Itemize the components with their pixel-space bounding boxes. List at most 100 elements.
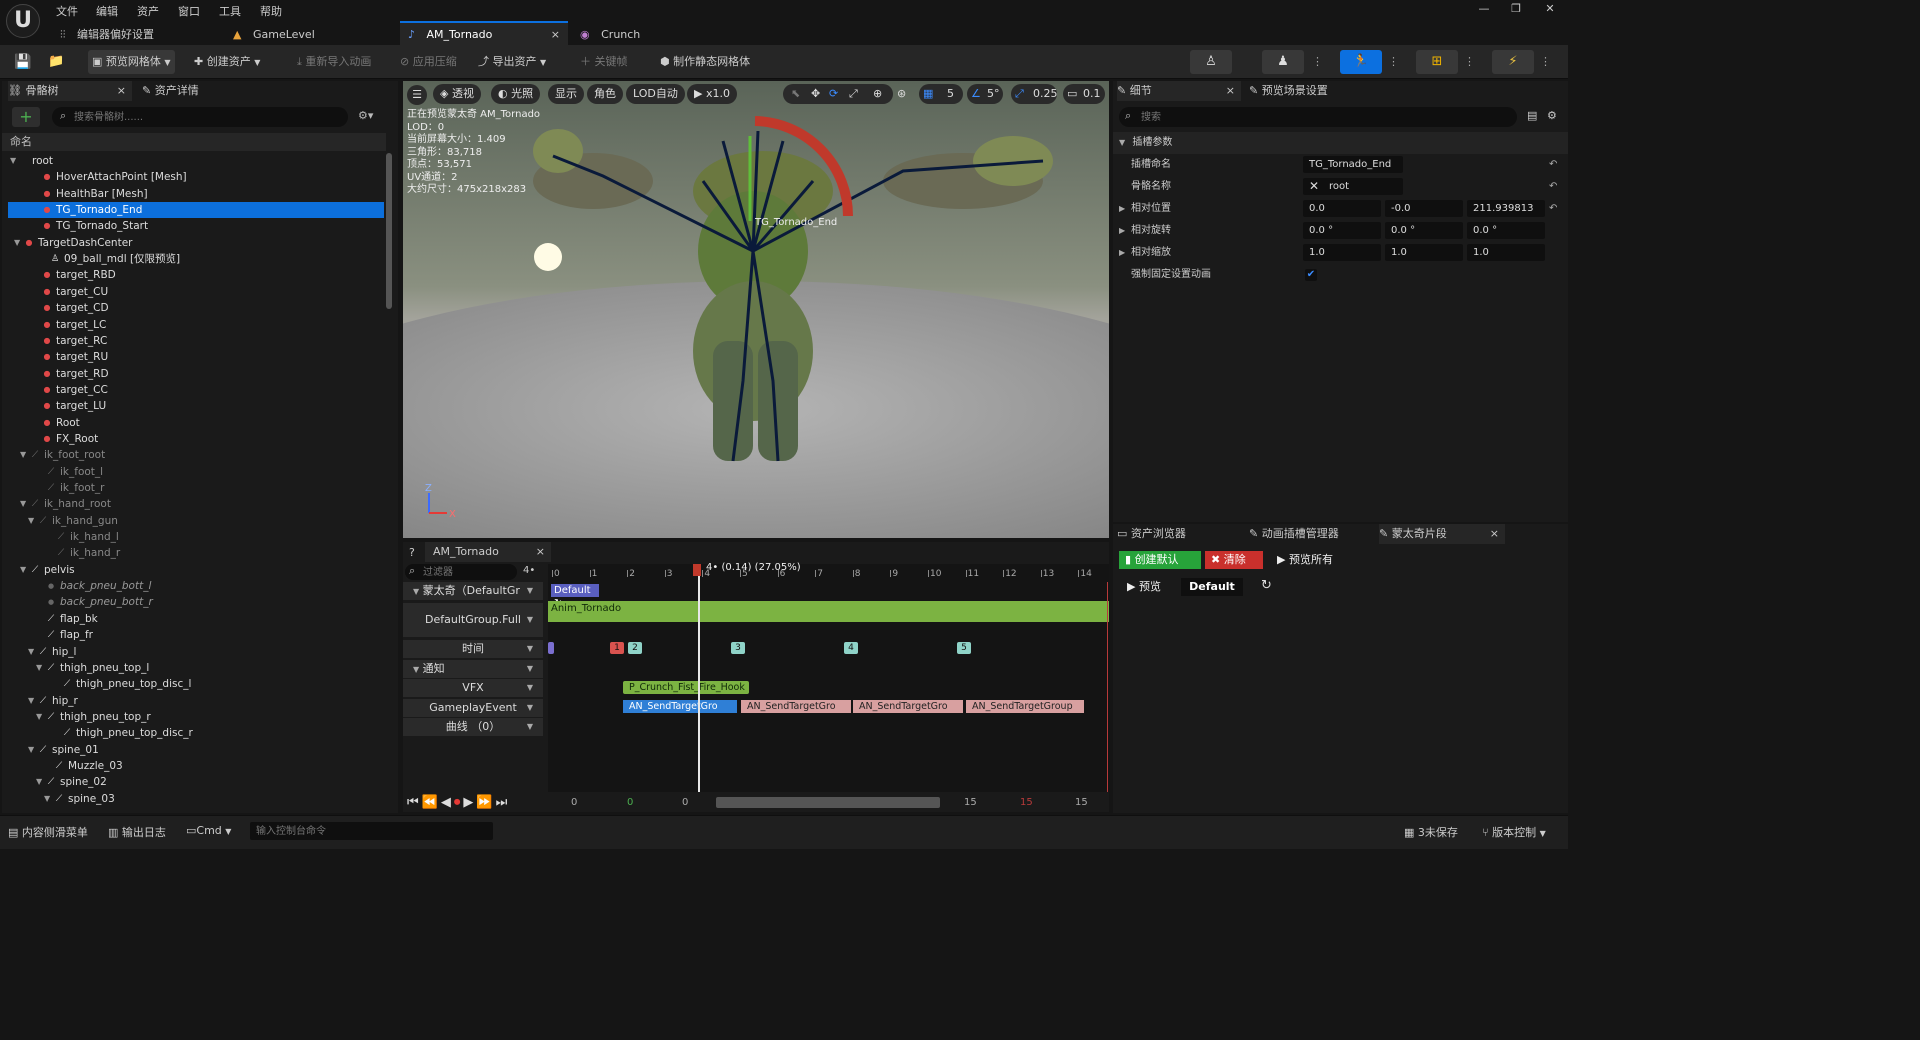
time-marker[interactable]: 2 — [628, 642, 642, 654]
view-start[interactable]: 0 — [682, 797, 688, 808]
tab-preview-scene-settings[interactable]: ✎ 预览场景设置 — [1249, 81, 1389, 101]
menu-edit[interactable]: 编辑 — [96, 3, 118, 19]
track-time[interactable]: 时间 ▼ — [403, 640, 543, 658]
tree-row-pelvis[interactable]: ▼ ⟋ pelvis — [8, 562, 384, 578]
make-static-mesh-button[interactable]: ⬢ 制作静态网格体 — [656, 50, 754, 74]
scale-snap-control[interactable]: ⤢ 0.25 — [1011, 84, 1058, 104]
details-search-field[interactable]: ⌕ — [1119, 107, 1517, 127]
timeline-filter-field[interactable]: ⌕ — [405, 564, 517, 580]
tree-row-ik_foot_r[interactable]: ⟋ ik_foot_r — [8, 480, 384, 496]
expand-arrow-icon[interactable]: ▶ — [1119, 198, 1125, 220]
tree-row-target_cu[interactable]: ● target_CU — [8, 284, 384, 300]
rotation-x-field[interactable]: 0.0 ° — [1303, 222, 1381, 239]
tab-am-tornado[interactable]: ♪ AM_Tornado × — [400, 21, 568, 45]
minimize-icon[interactable]: — — [1474, 2, 1494, 18]
expand-arrow-icon[interactable]: ▼ — [20, 496, 28, 512]
reimport-button[interactable]: ⤓ 重新导入动画 — [293, 50, 375, 74]
tree-row-hip_r[interactable]: ▼ ⟋ hip_r — [8, 693, 384, 709]
skip-to-end-icon[interactable]: ⏭ — [496, 795, 511, 810]
view-end[interactable]: 15 — [964, 797, 977, 808]
time-marker-start[interactable] — [548, 642, 554, 654]
close-icon[interactable]: × — [551, 23, 560, 47]
add-button[interactable]: + — [12, 107, 40, 127]
rotation-z-field[interactable]: 0.0 ° — [1467, 222, 1545, 239]
tree-row-flap_bk[interactable]: ⟋ flap_bk — [8, 611, 384, 627]
help-icon[interactable]: ? — [409, 546, 415, 559]
tree-row-hip_l[interactable]: ▼ ⟋ hip_l — [8, 644, 384, 660]
tree-row-fx_root[interactable]: ● FX_Root — [8, 431, 384, 447]
clear-button[interactable]: ✖ 清除 — [1205, 551, 1263, 569]
tree-row-ik_hand_gun[interactable]: ▼ ⟋ ik_hand_gun — [8, 513, 384, 529]
rotation-y-field[interactable]: 0.0 ° — [1385, 222, 1463, 239]
physics-mode-button[interactable]: ⚡ — [1492, 50, 1534, 74]
step-back-icon[interactable]: ⏪ — [422, 795, 441, 810]
light-source-icon[interactable] — [534, 243, 562, 271]
expand-arrow-icon[interactable]: ▼ — [36, 709, 44, 725]
time-marker[interactable]: 3 — [731, 642, 745, 654]
time-marker[interactable]: 5 — [957, 642, 971, 654]
more-icon[interactable]: ⋮ — [1464, 55, 1475, 68]
rotate-icon[interactable]: ⟳ — [829, 84, 838, 104]
track-vfx[interactable]: VFX ▼ — [403, 679, 543, 697]
vfx-notify[interactable]: P_Crunch_Fist_Fire_Hook — [623, 681, 749, 694]
restore-icon[interactable]: ❐ — [1506, 2, 1526, 18]
gameplay-event-notify[interactable]: AN_SendTargetGro — [853, 700, 963, 713]
search-input[interactable] — [74, 109, 334, 125]
tree-row-ik_foot_root[interactable]: ▼ ⟋ ik_foot_root — [8, 447, 384, 463]
tree-row-ik_hand_r[interactable]: ⟋ ik_hand_r — [8, 545, 384, 561]
tab-skeleton-tree[interactable]: ⛓ 骨骼树 × — [8, 81, 132, 101]
tree-row-09_ball_mdl-[interactable]: ♙ 09_ball_mdl [仅限预览] — [8, 251, 384, 267]
track-slot[interactable]: DefaultGroup.Full ▼ — [403, 603, 543, 637]
playhead-handle[interactable] — [693, 564, 701, 576]
preview-all-button[interactable]: ▶ 预览所有 — [1277, 551, 1333, 569]
mesh-mode-button[interactable]: ♟ — [1262, 50, 1304, 74]
preview-button[interactable]: ▶ 预览 — [1127, 578, 1161, 596]
working-end[interactable]: 15 — [1020, 797, 1033, 808]
expand-arrow-icon[interactable]: ▼ — [44, 791, 52, 807]
tab-asset-details[interactable]: ✎ 资产详情 — [142, 81, 262, 101]
unreal-logo-icon[interactable]: U — [6, 4, 40, 38]
tree-row-spine_02[interactable]: ▼ ⟋ spine_02 — [8, 774, 384, 790]
record-icon[interactable]: ⏺ — [454, 795, 464, 810]
close-icon[interactable]: × — [536, 542, 545, 562]
close-window-icon[interactable]: ✕ — [1540, 2, 1560, 18]
tree-row-thigh_pneu_top_r[interactable]: ▼ ⟋ thigh_pneu_top_r — [8, 709, 384, 725]
tree-row-root[interactable]: ● Root — [8, 415, 384, 431]
range-end[interactable]: 15 — [1075, 797, 1088, 808]
location-x-field[interactable]: 0.0 — [1303, 200, 1381, 217]
location-z-field[interactable]: 211.939813 — [1467, 200, 1545, 217]
blueprint-mode-button[interactable]: ⊞ — [1416, 50, 1458, 74]
tree-row-target_lc[interactable]: ● target_LC — [8, 317, 384, 333]
force-animated-checkbox[interactable]: ✔ — [1305, 269, 1317, 281]
menu-asset[interactable]: 资产 — [137, 3, 159, 19]
details-search-input[interactable] — [1141, 109, 1501, 125]
tree-row-hoverattachpoint-mesh-[interactable]: ● HoverAttachPoint [Mesh] — [8, 169, 384, 185]
lit-button[interactable]: ◐ 光照 — [491, 84, 541, 104]
preview-mesh-button[interactable]: ▣ 预览网格体 ▼ — [88, 50, 175, 74]
translate-icon[interactable]: ✥ — [811, 84, 820, 104]
clear-x-icon[interactable]: ✕ — [1309, 178, 1319, 195]
camera-speed-control[interactable]: ▭ 0.1 — [1063, 84, 1105, 104]
track-notifies[interactable]: ▼ 通知 ▼ — [403, 660, 543, 678]
surface-snap-icon[interactable]: ⊕ — [873, 84, 882, 104]
content-drawer-button[interactable]: ▤ 内容侧滑菜单 — [8, 824, 88, 840]
tree-row-ik_hand_root[interactable]: ▼ ⟋ ik_hand_root — [8, 496, 384, 512]
tree-row-thigh_pneu_top_disc_r[interactable]: ⟋ thigh_pneu_top_disc_r — [8, 725, 384, 741]
table-view-icon[interactable]: ▤ — [1527, 109, 1537, 122]
scale-x-field[interactable]: 1.0 — [1303, 244, 1381, 261]
version-control-button[interactable]: ⑂ 版本控制 ▼ — [1482, 824, 1546, 840]
playback-speed-button[interactable]: ▶ x1.0 — [687, 84, 737, 104]
menu-help[interactable]: 帮助 — [260, 3, 282, 19]
scale-y-field[interactable]: 1.0 — [1385, 244, 1463, 261]
working-start[interactable]: 0 — [627, 797, 633, 808]
world-local-icon[interactable]: ⊛ — [897, 84, 913, 104]
range-start[interactable]: 0 — [571, 797, 577, 808]
time-marker[interactable]: 4 — [844, 642, 858, 654]
time-ruler[interactable]: 0 1 2 3 4 5 6 7 8 9 10 11 12 13 14 — [548, 564, 1109, 582]
timeline-scrollbar[interactable] — [716, 797, 940, 808]
browse-icon[interactable]: 📁 — [44, 50, 68, 74]
viewport[interactable]: Z X TG_Tornado_End ☰ ◈ 透视 ◐ 光照 显示 角色 LOD… — [403, 81, 1109, 538]
play-reverse-icon[interactable]: ◀ — [441, 795, 454, 810]
export-asset-button[interactable]: ⤴ 导出资产 ▼ — [474, 50, 550, 74]
tab-asset-browser[interactable]: ▭ 资产浏览器 — [1117, 524, 1241, 544]
